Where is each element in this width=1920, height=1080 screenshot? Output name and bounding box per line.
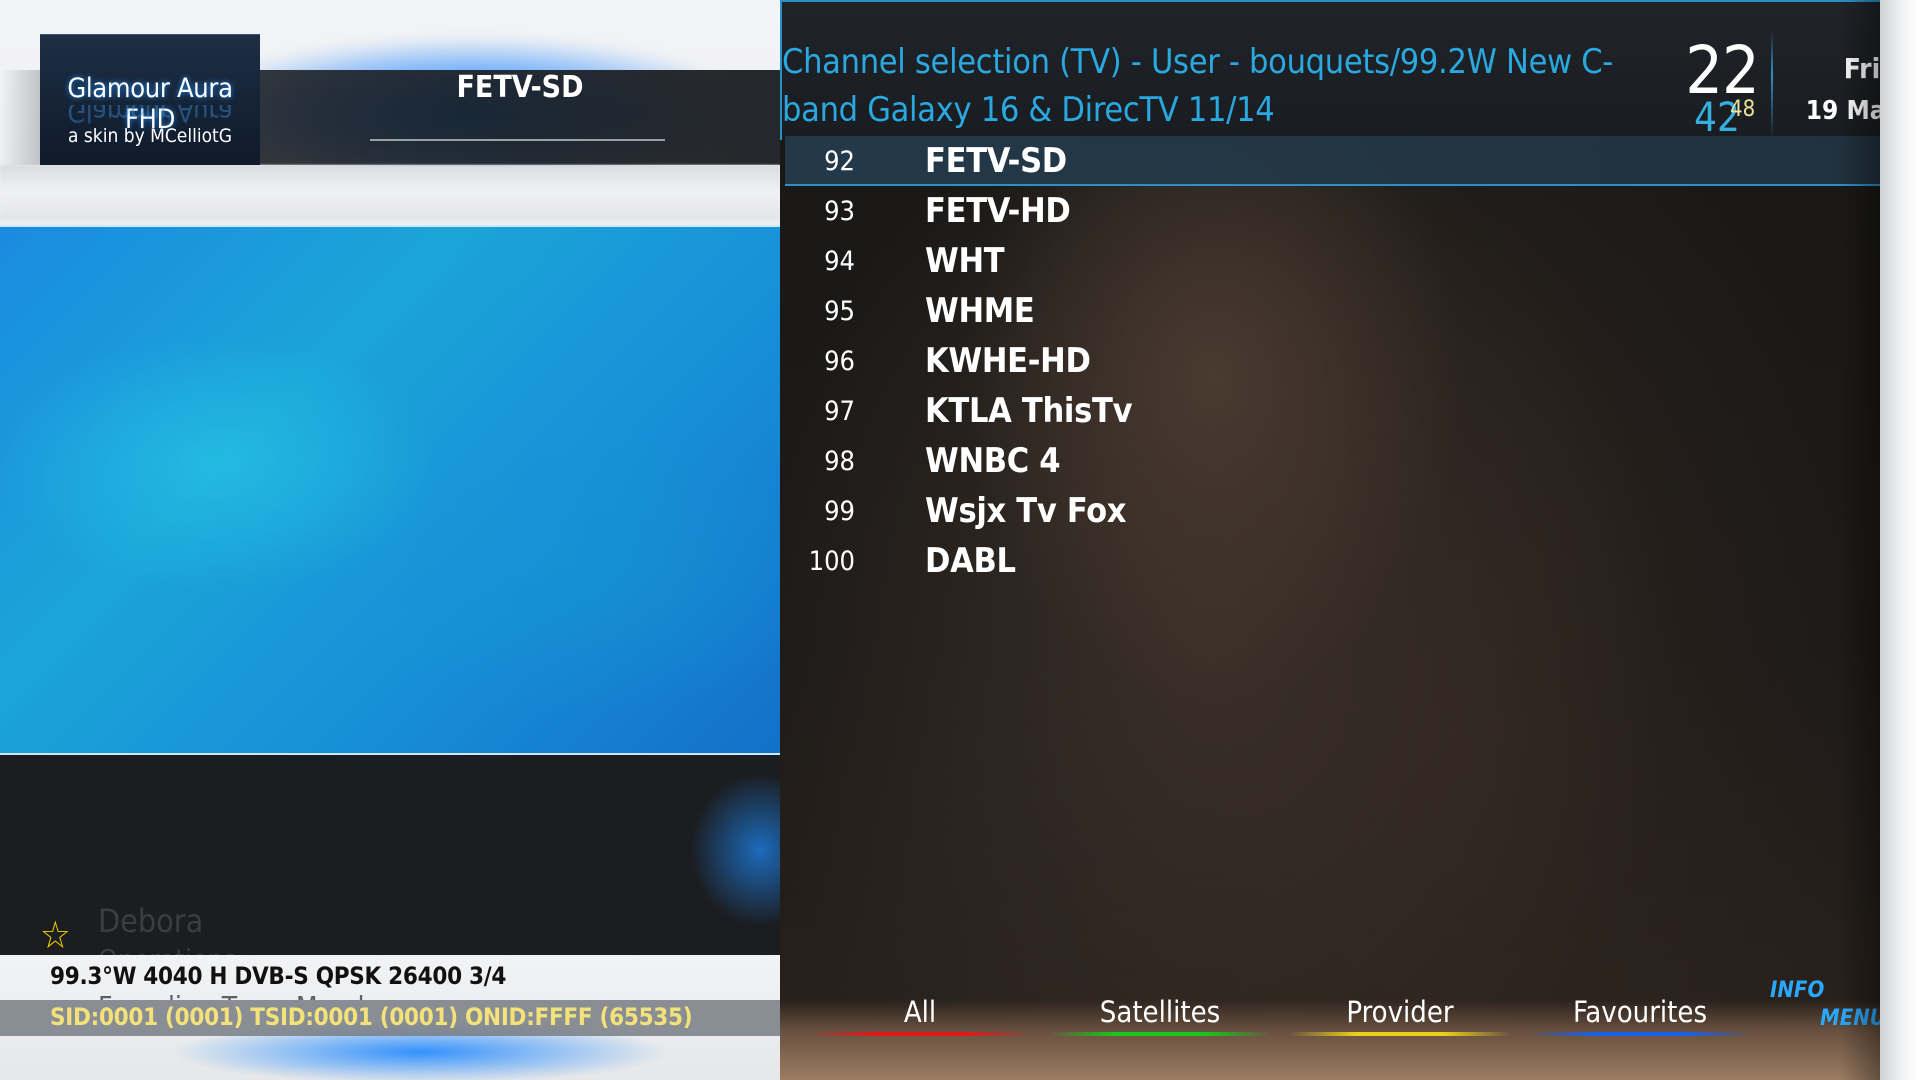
channel-number: 92 — [824, 146, 855, 177]
channel-number: 93 — [824, 196, 855, 227]
channel-number: 95 — [824, 296, 855, 327]
yellow-button-provider[interactable]: Provider — [1290, 990, 1510, 1036]
channel-name: DABL — [925, 541, 1016, 581]
skin-title-reflection: Glamour Aura FHD — [67, 105, 233, 127]
channel-number: 97 — [824, 396, 855, 427]
channel-number: 99 — [824, 496, 855, 527]
yellow-button-label: Provider — [1346, 995, 1454, 1029]
channel-number: 100 — [808, 546, 855, 577]
green-button-label: Satellites — [1099, 995, 1221, 1029]
channel-number: 98 — [824, 446, 855, 477]
decorative-glow — [640, 740, 780, 960]
channel-row[interactable]: 97 KTLA ThisTv — [785, 386, 1880, 436]
channel-name: KTLA ThisTv — [925, 391, 1133, 431]
list-title: Channel selection (TV) - User - bouquets… — [782, 42, 1614, 130]
left-info-panel: Glamour Aura FHD Glamour Aura FHD a skin… — [0, 0, 780, 1080]
channel-name: WHME — [925, 291, 1035, 331]
green-button-satellites[interactable]: Satellites — [1050, 990, 1270, 1036]
channel-row[interactable]: 100 DABL — [785, 536, 1880, 586]
channel-row[interactable]: 94 WHT — [785, 236, 1880, 286]
tuner-parameters: 99.3°W 4040 H DVB-S QPSK 26400 3/4 — [50, 962, 507, 990]
red-button-all[interactable]: All — [810, 990, 1030, 1036]
video-preview — [0, 225, 780, 755]
channel-row[interactable]: 96 KWHE-HD — [785, 336, 1880, 386]
yellow-button-bar — [1290, 1032, 1510, 1036]
channel-row[interactable]: 93 FETV-HD — [785, 186, 1880, 236]
epg-event-subtitle: Operations — [98, 943, 236, 955]
right-frame — [1880, 0, 1920, 1080]
channel-name: WNBC 4 — [925, 441, 1061, 481]
channel-name: FETV-SD — [925, 141, 1067, 181]
channel-name: Wsjx Tv Fox — [925, 491, 1127, 531]
channel-list-panel: Channel selection (TV) - User - bouquets… — [780, 0, 1920, 1080]
channel-row[interactable]: 98 WNBC 4 — [785, 436, 1880, 486]
epg-event-name: Debora — [98, 902, 204, 940]
clock-seconds: 48 — [1730, 97, 1756, 122]
skin-logo: Glamour Aura FHD Glamour Aura FHD a skin… — [40, 34, 260, 165]
star-icon: ☆ — [40, 913, 71, 957]
info-button[interactable]: INFO — [1770, 978, 1824, 1003]
color-buttons: All Satellites Provider Favourites — [810, 990, 1770, 1040]
decorative-band — [0, 165, 780, 220]
clock-divider — [1771, 30, 1773, 140]
channel-selection-screen: Glamour Aura FHD Glamour Aura FHD a skin… — [0, 0, 1920, 1080]
channel-name: WHT — [925, 241, 1005, 281]
blue-button-label: Favourites — [1572, 995, 1708, 1029]
blue-button-favourites[interactable]: Favourites — [1530, 990, 1750, 1036]
skin-subtitle: a skin by MCelliotG — [68, 125, 232, 147]
service-ids: SID:0001 (0001) TSID:0001 (0001) ONID:FF… — [50, 1003, 693, 1031]
channel-number: 96 — [824, 346, 855, 377]
channel-row[interactable]: 99 Wsjx Tv Fox — [785, 486, 1880, 536]
channel-name: KWHE-HD — [925, 341, 1091, 381]
blue-button-bar — [1530, 1032, 1750, 1036]
channel-list[interactable]: 92 FETV-SD 93 FETV-HD 94 WHT 95 WHME 96 … — [785, 136, 1880, 586]
channel-row[interactable]: 95 WHME — [785, 286, 1880, 336]
channel-number: 94 — [824, 246, 855, 277]
header: Channel selection (TV) - User - bouquets… — [780, 0, 1920, 141]
red-button-label: All — [903, 995, 937, 1029]
green-button-bar — [1050, 1032, 1270, 1036]
red-button-bar — [810, 1032, 1030, 1036]
epg-description-overflow: Founding Team Member — [98, 990, 400, 1000]
event-progress-bar — [370, 139, 665, 141]
channel-row-selected[interactable]: 92 FETV-SD — [785, 136, 1880, 186]
frame-shadow — [1840, 0, 1880, 1080]
channel-name: FETV-HD — [925, 191, 1071, 231]
current-channel-name: FETV-SD — [456, 70, 584, 105]
